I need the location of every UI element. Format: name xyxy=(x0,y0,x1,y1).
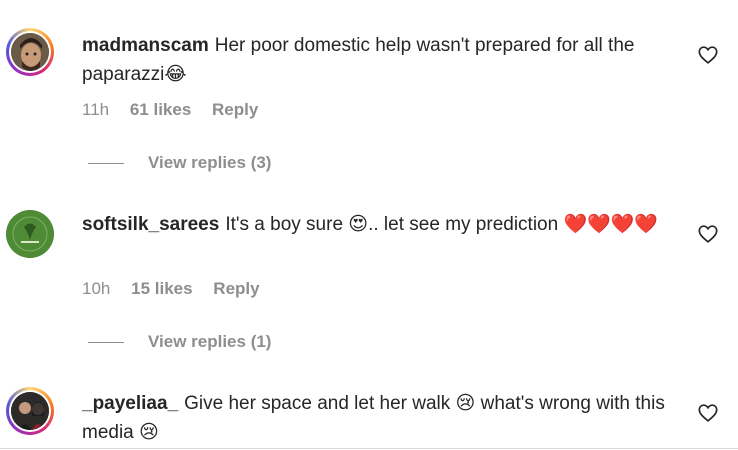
comment-username[interactable]: _payeliaa_ xyxy=(82,393,178,414)
view-replies-label: View replies (1) xyxy=(148,332,272,351)
divider-line xyxy=(88,342,124,344)
comment-likes[interactable]: 15 likes xyxy=(131,279,192,298)
avatar[interactable] xyxy=(6,210,54,258)
comment-username[interactable]: madmanscam xyxy=(82,35,209,56)
heart-outline-icon[interactable] xyxy=(697,223,719,245)
comment-meta: 11h 61 likes Reply xyxy=(82,100,274,120)
view-replies-label: View replies (3) xyxy=(148,153,272,172)
comment-text: It's a boy sure 😍.. let see my predictio… xyxy=(225,214,659,235)
avatar[interactable] xyxy=(6,387,54,435)
heart-outline-icon[interactable] xyxy=(697,402,719,424)
comment-meta: 10h 15 likes Reply xyxy=(82,279,276,299)
avatar[interactable] xyxy=(6,28,54,76)
green-logo xyxy=(6,210,54,258)
view-replies-button[interactable]: View replies (1) xyxy=(88,332,271,352)
comment-body: softsilk_sarees It's a boy sure 😍.. let s… xyxy=(82,210,692,239)
comment-username[interactable]: softsilk_sarees xyxy=(82,214,219,235)
comment-body: _payeliaa_ Give her space and let her wal… xyxy=(82,389,692,447)
comment-body: madmanscam Her poor domestic help wasn't … xyxy=(82,31,692,89)
reply-button[interactable]: Reply xyxy=(213,279,259,298)
comment-likes[interactable]: 61 likes xyxy=(130,100,191,119)
view-replies-button[interactable]: View replies (3) xyxy=(88,153,271,173)
portrait-photo xyxy=(11,33,49,71)
comment-time: 11h xyxy=(82,100,110,119)
bottom-divider xyxy=(0,448,738,449)
divider-line xyxy=(88,163,124,165)
couple-photo xyxy=(11,392,49,430)
heart-outline-icon[interactable] xyxy=(697,44,719,66)
reply-button[interactable]: Reply xyxy=(212,100,258,119)
comment-time: 10h xyxy=(82,279,111,298)
